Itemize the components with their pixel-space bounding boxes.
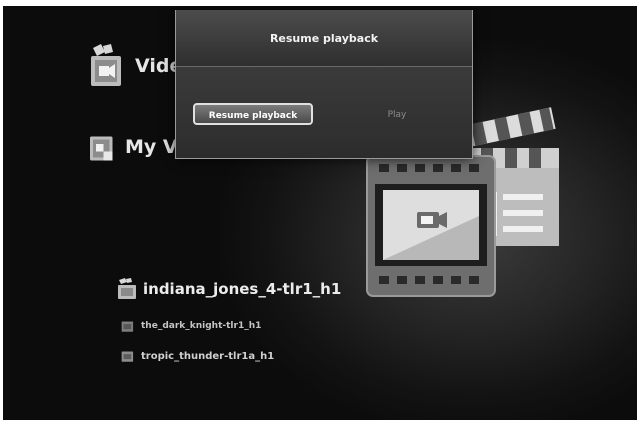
list-item[interactable]: indiana_jones_4-tlr1_h1 [117,278,341,300]
list-item-label: the_dark_knight-tlr1_h1 [141,321,262,331]
film-clip-icon [121,351,134,362]
resume-playback-button[interactable]: Resume playback [193,103,313,125]
film-clip-icon [121,321,134,332]
list-item[interactable]: the_dark_knight-tlr1_h1 [121,319,261,333]
dialog-body: Resume playback Play [176,67,472,158]
media-center-screen: Vide My Vid indiana_jones_4-tlr1_h1 the_… [3,6,637,420]
video-folder-icon [90,136,113,161]
menu-item-videos[interactable]: Vide [87,44,182,88]
list-item-label: tropic_thunder-tlr1a_h1 [141,350,275,362]
film-clip-icon [118,278,136,299]
list-item[interactable]: tropic_thunder-tlr1a_h1 [121,349,274,363]
play-button[interactable]: Play [372,107,422,123]
bottom-border [0,420,640,426]
dialog-header: Resume playback [176,10,472,67]
video-folder-icon [91,44,121,86]
dialog-title: Resume playback [269,32,379,45]
list-item-label: indiana_jones_4-tlr1_h1 [143,280,342,298]
resume-playback-dialog: Resume playback Resume playback Play [175,10,473,159]
